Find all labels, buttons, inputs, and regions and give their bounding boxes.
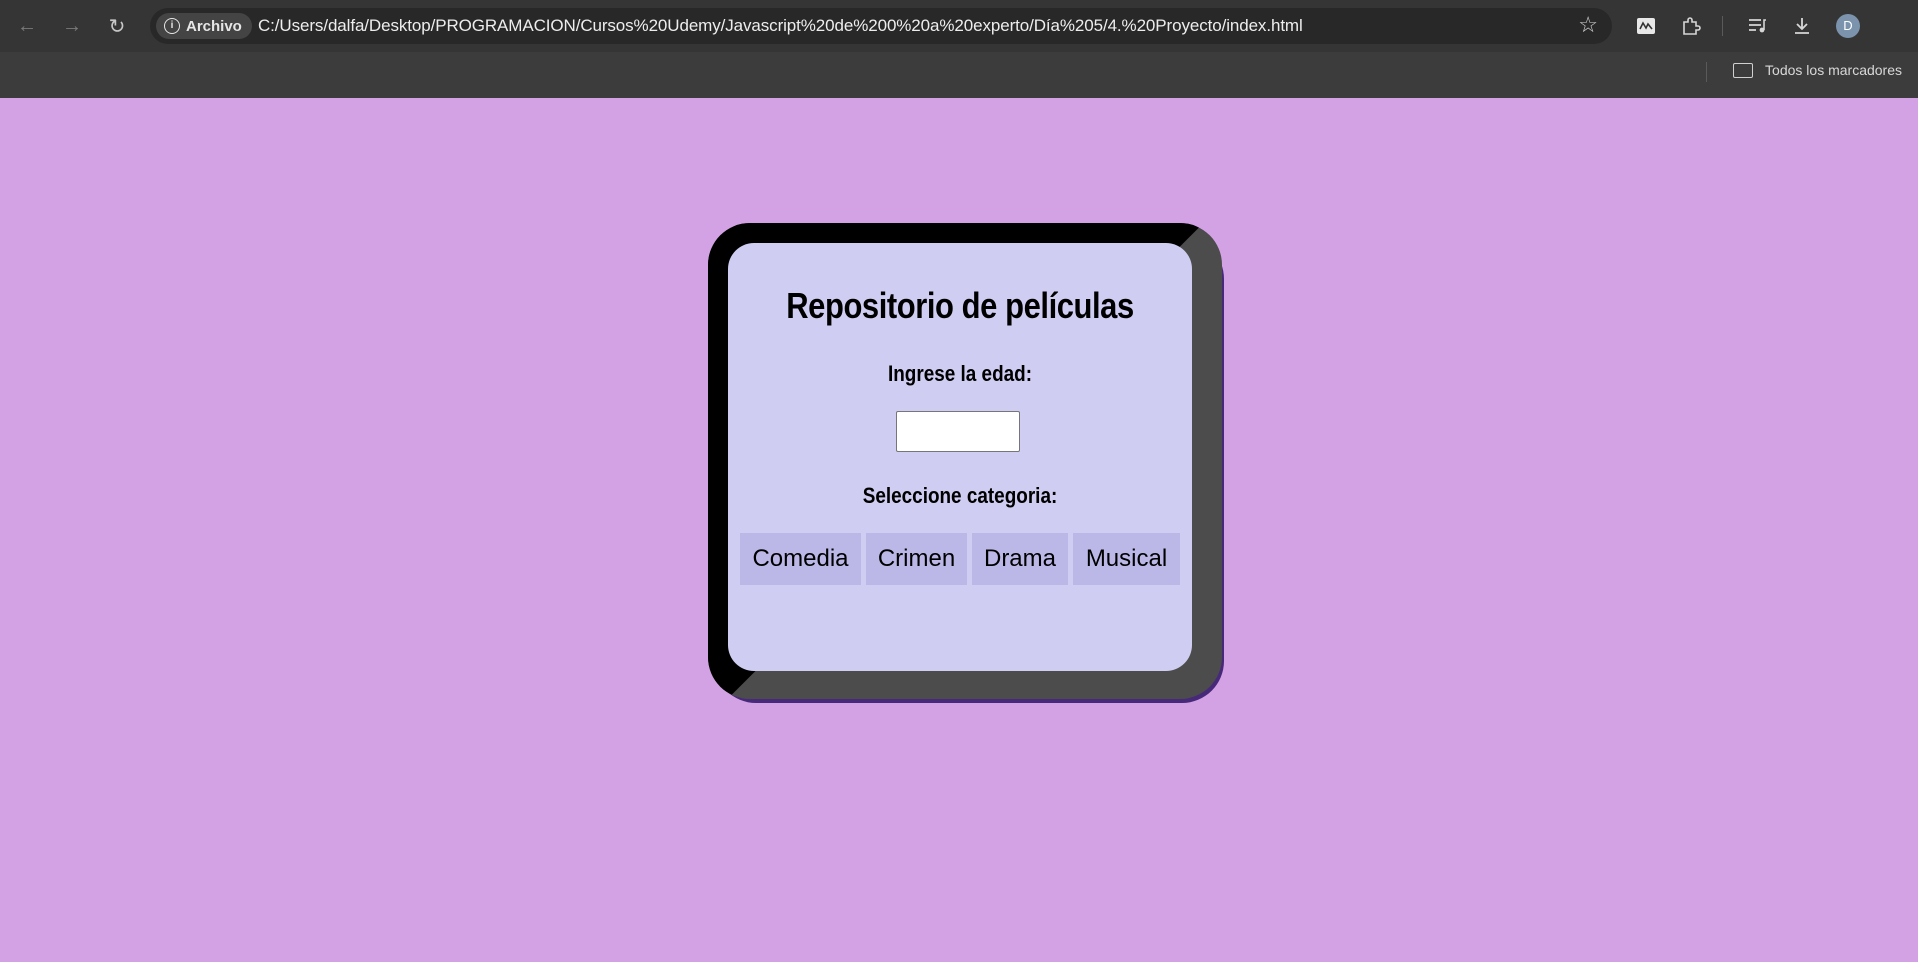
browser-toolbar: ← → ↻ i Archivo C:/Users/dalfa/Desktop/P… xyxy=(0,0,1918,52)
extension-icon[interactable] xyxy=(1631,11,1661,41)
forward-icon[interactable]: → xyxy=(56,10,88,42)
category-label: Seleccione categoria: xyxy=(862,483,1058,508)
browser-chrome: ← → ↻ i Archivo C:/Users/dalfa/Desktop/P… xyxy=(0,0,1918,98)
folder-icon xyxy=(1733,62,1754,78)
profile-avatar[interactable]: D xyxy=(1836,14,1860,38)
bookmarks-folder-label: Todos los marcadores xyxy=(1765,62,1902,78)
category-button-comedia[interactable]: Comedia xyxy=(740,533,861,585)
movie-repository-card: Repositorio de películas Ingrese la edad… xyxy=(728,243,1192,671)
bookmarks-folder[interactable]: Todos los marcadores xyxy=(1733,62,1902,78)
download-icon[interactable] xyxy=(1787,11,1817,41)
age-input[interactable] xyxy=(896,411,1020,452)
category-button-drama[interactable]: Drama xyxy=(972,533,1068,585)
media-icon[interactable] xyxy=(1742,11,1772,41)
info-icon: i xyxy=(164,18,180,34)
address-bar[interactable]: i Archivo C:/Users/dalfa/Desktop/PROGRAM… xyxy=(150,8,1612,44)
bookmarks-separator xyxy=(1706,62,1707,82)
category-button-musical[interactable]: Musical xyxy=(1073,533,1180,585)
category-button-crimen[interactable]: Crimen xyxy=(866,533,967,585)
site-info-label: Archivo xyxy=(186,17,242,35)
page-title: Repositorio de películas xyxy=(786,285,1134,326)
url-text[interactable]: C:/Users/dalfa/Desktop/PROGRAMACION/Curs… xyxy=(258,16,1303,36)
puzzle-icon[interactable] xyxy=(1676,11,1706,41)
age-label: Ingrese la edad: xyxy=(887,361,1033,386)
star-icon[interactable]: ☆ xyxy=(1578,12,1598,38)
category-buttons: Comedia Crimen Drama Musical xyxy=(740,533,1180,585)
toolbar-separator xyxy=(1722,16,1723,36)
site-info-chip[interactable]: i Archivo xyxy=(156,13,252,39)
reload-icon[interactable]: ↻ xyxy=(101,10,133,42)
back-icon[interactable]: ← xyxy=(11,10,43,42)
